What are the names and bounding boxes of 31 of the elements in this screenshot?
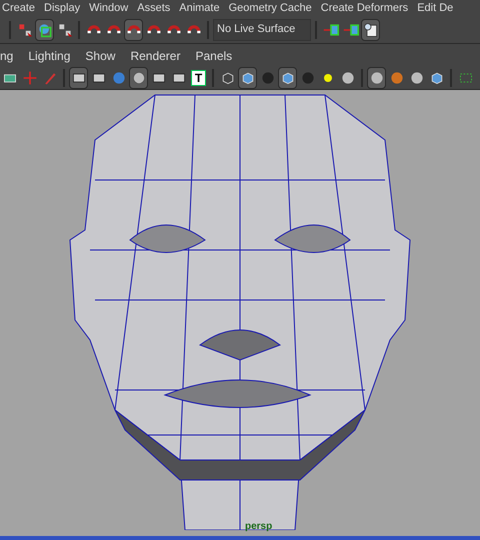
toolbar-button[interactable] [129,66,148,88]
menu-item[interactable]: Display [44,0,80,16]
menu-item[interactable]: Edit De [417,0,454,16]
sphere-icon [340,70,356,86]
toolbar-button[interactable] [367,66,386,88]
ball-icon [388,70,404,86]
toolbar-button[interactable] [238,66,257,88]
menu-item[interactable]: Geometry Cache [228,0,312,16]
menu-item[interactable]: Renderer [130,47,180,65]
menu-item[interactable]: Show [85,47,116,65]
menu-item[interactable]: Create Deformers [320,0,408,16]
toolbar-button[interactable] [278,66,297,88]
toolbar-button[interactable] [124,18,143,40]
cross-arrows-icon [22,70,38,86]
menu-item[interactable]: ng [0,47,14,65]
sphere-icon [110,70,126,86]
camera-label: persp [245,520,272,534]
circle-icon [130,70,146,86]
menu-item[interactable]: Panels [195,47,232,65]
arrow-in-icon [322,22,338,38]
live-surface-field[interactable]: No Live Surface [213,18,311,40]
toolbar-button[interactable] [35,18,54,40]
menu-item[interactable]: Create [2,0,36,16]
toolbar-button[interactable] [69,66,88,88]
menu-item[interactable]: Window [89,0,128,16]
menu-item[interactable]: Assets [137,0,170,16]
arrow-out-icon [342,22,358,38]
menu-item[interactable]: Animate [179,0,220,16]
toolbar-button[interactable] [361,18,380,40]
viewport[interactable]: persp [0,90,480,540]
menu-item[interactable]: Lighting [28,47,70,65]
